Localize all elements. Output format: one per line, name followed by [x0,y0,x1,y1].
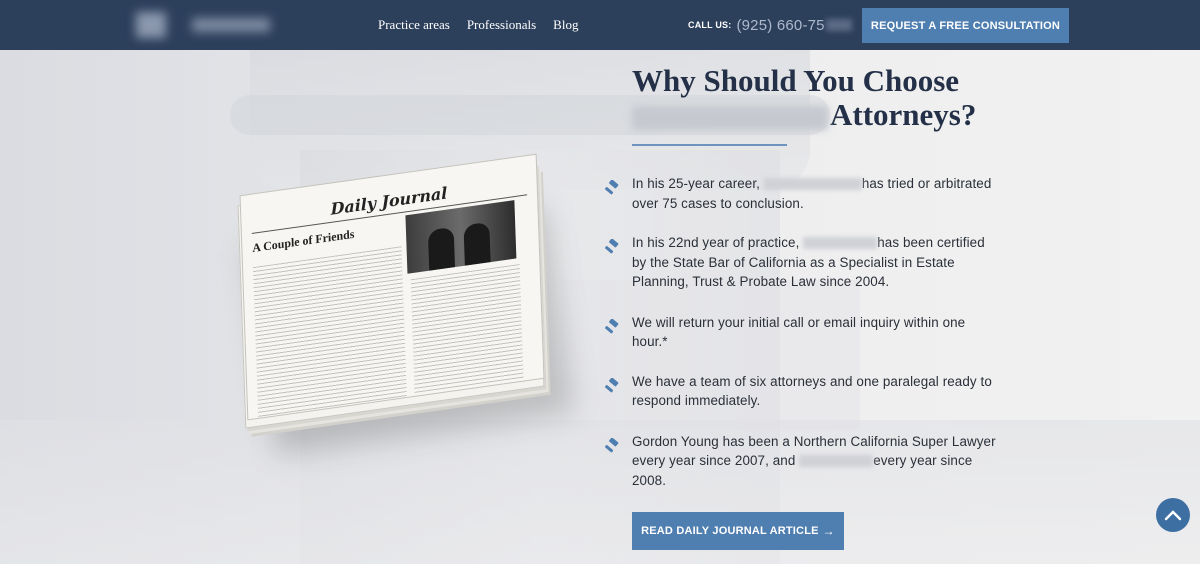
gavel-icon [605,180,619,195]
nav-professionals[interactable]: Professionals [467,17,536,33]
name-redaction [803,237,878,250]
gavel-icon [605,437,619,452]
title-line-1: Why Should You Choose [632,63,960,98]
newspaper-image: Daily Journal A Couple of Friends [230,153,574,455]
main-menu: Practice areas Professionals Blog [378,0,578,50]
list-item: In his 22nd year of practice, has been c… [602,233,1002,292]
firm-name-redaction [632,105,828,130]
list-item: We have a team of six attorneys and one … [602,372,1002,411]
section-title: Why Should You Choose Attorneys? [632,64,1012,132]
list-item: We will return your initial call or emai… [602,313,1002,352]
nav-blog[interactable]: Blog [553,17,578,33]
name-redaction [799,455,874,468]
gavel-icon [605,239,619,254]
arrow-right-icon: → [822,524,835,538]
list-item: Gordon Young has been a Northern Califor… [602,432,1002,491]
title-underline [632,144,787,146]
reasons-list: In his 25-year career, has tried or arbi… [602,174,1002,490]
phone-number[interactable]: (925) 660-75 [736,17,824,34]
newspaper-photo [405,200,517,274]
gavel-icon [605,318,619,333]
read-article-button[interactable]: READ DAILY JOURNAL ARTICLE → [632,512,844,550]
list-item: In his 25-year career, has tried or arbi… [602,174,1002,213]
request-consultation-button[interactable]: REQUEST A FREE CONSULTATION [862,8,1069,43]
call-us: CALL US: (925) 660-75 [688,0,852,50]
name-redaction [763,178,862,191]
scroll-to-top-button[interactable] [1156,498,1190,532]
top-navbar: Practice areas Professionals Blog CALL U… [0,0,1200,50]
gavel-icon [605,377,619,392]
background-image [0,0,1200,564]
phone-redaction [825,19,852,31]
nav-practice-areas[interactable]: Practice areas [378,17,450,33]
chevron-up-icon [1164,510,1182,521]
call-us-label: CALL US: [688,20,732,30]
title-line-2: Attorneys? [830,97,977,132]
logo[interactable] [130,4,280,46]
